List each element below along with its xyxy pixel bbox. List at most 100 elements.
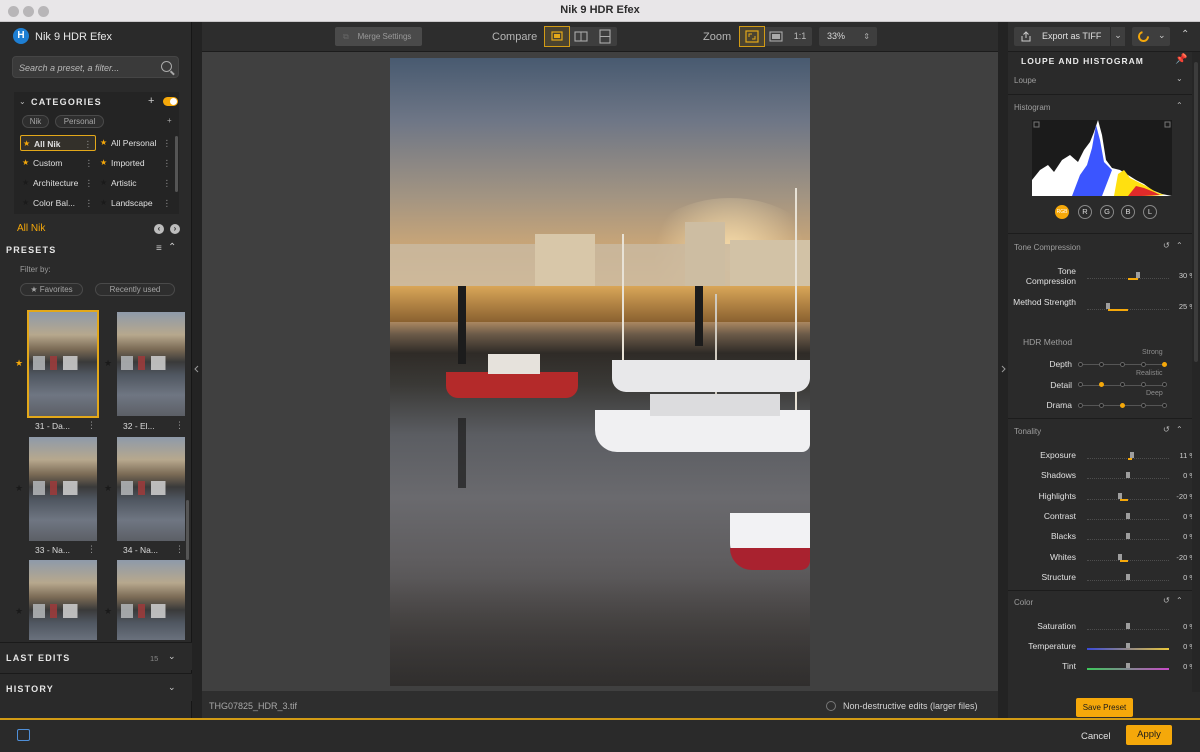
preset-thumbnail[interactable] (117, 437, 185, 541)
slider-thumb[interactable] (1126, 623, 1130, 629)
more-icon[interactable]: ⋮ (85, 195, 94, 211)
star-icon[interactable]: ★ (22, 175, 29, 191)
nondestructive-checkbox[interactable] (826, 701, 836, 711)
pin-icon[interactable]: 📌 (1175, 54, 1187, 65)
more-icon[interactable]: ⋮ (87, 544, 96, 555)
category-architecture[interactable]: ★ Architecture ⋮ (20, 175, 96, 191)
category-custom[interactable]: ★ Custom ⋮ (20, 155, 96, 171)
star-icon[interactable]: ★ (22, 155, 29, 171)
category-imported[interactable]: ★ Imported ⋮ (98, 155, 174, 171)
hdr-method-option[interactable] (1099, 382, 1104, 387)
more-icon[interactable]: ⋮ (175, 544, 184, 555)
zoom-fit-button[interactable] (739, 26, 765, 47)
category-artistic[interactable]: ★ Artistic ⋮ (98, 175, 174, 191)
favorite-star-icon[interactable]: ★ (104, 606, 112, 617)
chevron-down-icon[interactable]: ⌄ (19, 97, 26, 106)
star-icon[interactable]: ★ (100, 155, 107, 171)
chevron-up-icon[interactable]: ⌃ (1176, 425, 1183, 434)
right-panel-collapse-strip[interactable] (998, 22, 1008, 718)
presets-scrollbar[interactable] (186, 500, 189, 560)
collapse-panel-icon[interactable]: ⌃ (1181, 29, 1189, 40)
hdr-method-option[interactable] (1141, 402, 1146, 408)
more-icon[interactable]: ⋮ (163, 135, 172, 151)
last-edits-section[interactable]: LAST EDITS 15 ⌄ (0, 642, 192, 670)
reset-icon[interactable]: ↺ (1163, 241, 1170, 250)
save-preset-button[interactable]: Save Preset (1076, 698, 1133, 717)
list-view-icon[interactable]: ≡ (156, 243, 162, 254)
slider-thumb[interactable] (1135, 272, 1140, 278)
slider-thumb[interactable] (1130, 452, 1135, 458)
slider-track[interactable] (1087, 271, 1169, 280)
cancel-button[interactable]: Cancel (1081, 731, 1111, 742)
slider-thumb[interactable] (1126, 512, 1130, 519)
hdr-method-option[interactable] (1078, 402, 1083, 408)
add-category-icon[interactable]: + (148, 95, 154, 107)
slider-thumb[interactable] (1117, 492, 1122, 499)
star-icon[interactable]: ★ (100, 135, 107, 151)
previous-category-button[interactable]: ‹ (154, 224, 164, 234)
chevron-down-icon[interactable]: ⌄ (168, 682, 176, 693)
compare-single-button[interactable] (544, 26, 570, 47)
category-landscape[interactable]: ★ Landscape ⋮ (98, 195, 174, 211)
slider-track[interactable] (1087, 532, 1169, 541)
hdr-method-option[interactable] (1078, 382, 1083, 387)
filter-favorites[interactable]: ★ Favorites (20, 283, 83, 296)
preset-thumbnail[interactable] (117, 560, 185, 640)
favorite-star-icon[interactable]: ★ (104, 358, 112, 369)
chevron-up-icon[interactable]: ⌃ (1176, 596, 1183, 605)
more-icon[interactable]: ⋮ (87, 420, 96, 431)
zoom-100-button[interactable]: 1:1 (788, 27, 812, 46)
compare-split-horizontal-button[interactable] (593, 27, 617, 46)
hdr-method-option[interactable] (1120, 361, 1125, 367)
channel-r-button[interactable]: R (1078, 205, 1092, 219)
chevron-down-icon[interactable]: ⌄ (168, 651, 176, 662)
hdr-method-option[interactable] (1099, 361, 1104, 367)
hdr-method-option[interactable] (1099, 402, 1104, 408)
next-category-button[interactable]: › (170, 224, 180, 234)
slider-track[interactable] (1087, 302, 1169, 311)
filter-recently-used[interactable]: Recently used (95, 283, 175, 296)
scrollbar-thumb[interactable] (1194, 62, 1198, 362)
chevron-up-icon[interactable]: ⌃ (1176, 101, 1183, 110)
more-icon[interactable]: ⋮ (163, 175, 172, 191)
more-icon[interactable]: ⋮ (85, 175, 94, 191)
favorite-star-icon[interactable]: ★ (15, 358, 23, 369)
chevron-up-icon[interactable]: ⌃ (168, 242, 176, 253)
chevron-down-icon[interactable]: ⌄ (1176, 74, 1183, 83)
tag-nik[interactable]: Nik (22, 115, 49, 128)
slider-track[interactable] (1087, 512, 1169, 520)
categories-toggle[interactable] (163, 97, 178, 106)
hdr-method-option[interactable] (1120, 382, 1125, 387)
status-menu-button[interactable]: ⌄ (1132, 27, 1170, 46)
add-tag-icon[interactable]: + (167, 116, 172, 125)
chevron-up-icon[interactable]: ⌃ (1176, 241, 1183, 250)
slider-thumb[interactable] (1126, 533, 1130, 540)
export-button[interactable]: Export as TIFF (1014, 27, 1125, 46)
star-icon[interactable]: ★ (100, 175, 107, 191)
preset-search-input[interactable]: Search a preset, a filter... (12, 56, 179, 78)
star-icon[interactable]: ★ (23, 136, 30, 152)
hdr-method-option[interactable] (1162, 361, 1167, 367)
favorite-star-icon[interactable]: ★ (15, 483, 23, 494)
preset-thumbnail[interactable] (117, 312, 185, 416)
preset-thumbnail[interactable] (29, 437, 97, 541)
preset-thumbnail[interactable] (27, 310, 99, 418)
slider-track[interactable] (1087, 622, 1169, 630)
more-icon[interactable]: ⋮ (175, 420, 184, 431)
channel-l-button[interactable]: L (1143, 205, 1157, 219)
hdr-method-option[interactable] (1120, 402, 1125, 408)
reset-icon[interactable]: ↺ (1163, 425, 1170, 434)
zoom-level-select[interactable]: 33% ⇕ (819, 27, 877, 46)
category-all-nik[interactable]: ★ All Nik ⋮ (20, 135, 96, 151)
star-icon[interactable]: ★ (22, 195, 29, 211)
more-icon[interactable]: ⋮ (163, 155, 172, 171)
more-icon[interactable]: ⋮ (163, 195, 172, 211)
channel-g-button[interactable]: G (1100, 205, 1114, 219)
category-color-balance[interactable]: ★ Color Bal... ⋮ (20, 195, 96, 211)
slider-thumb[interactable] (1105, 303, 1110, 309)
categories-scrollbar[interactable] (175, 136, 178, 192)
slider-track[interactable] (1087, 573, 1169, 581)
left-panel-collapse-strip[interactable] (192, 22, 202, 718)
favorite-star-icon[interactable]: ★ (104, 483, 112, 494)
more-icon[interactable]: ⋮ (84, 136, 93, 152)
